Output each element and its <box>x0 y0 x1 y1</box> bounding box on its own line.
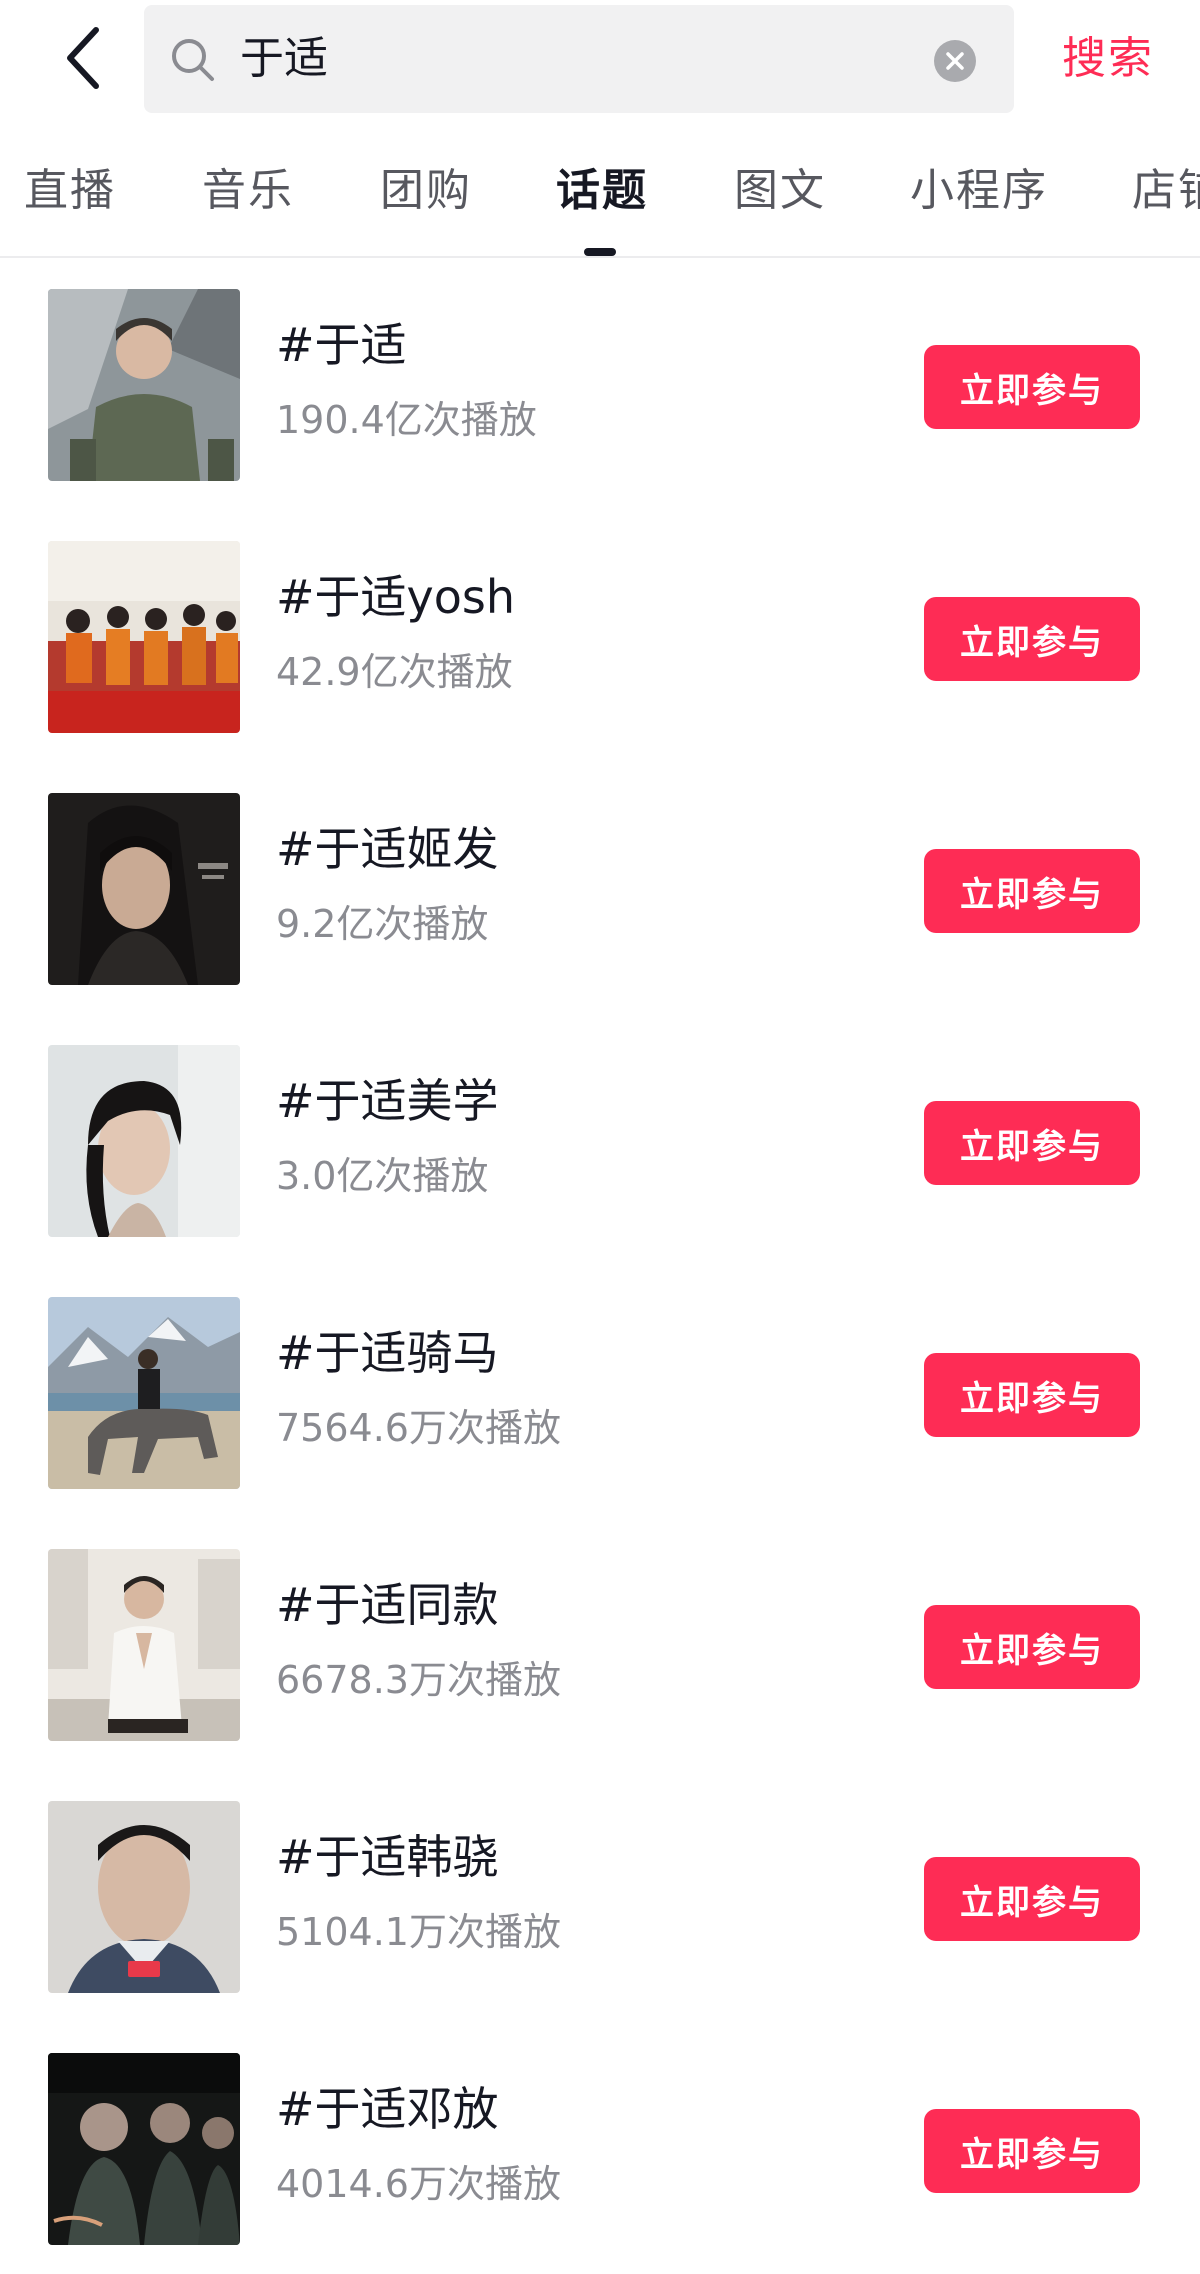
close-circle-icon <box>946 52 964 70</box>
topic-title: #于适骑马 <box>276 1326 499 1380</box>
topic-row[interactable]: #于适 190.4亿次播放 立即参与 <box>0 258 1200 510</box>
topic-title: #于适美学 <box>276 1074 499 1128</box>
topic-row[interactable]: #于适美学 3.0亿次播放 立即参与 <box>0 1014 1200 1266</box>
topic-title: #于适同款 <box>276 1578 499 1632</box>
tab-group-buy[interactable]: 团购 <box>380 158 472 224</box>
topic-thumbnail <box>48 1549 240 1741</box>
topic-play-count: 42.9亿次播放 <box>276 650 513 694</box>
topic-thumbnail <box>48 1045 240 1237</box>
topic-row[interactable]: #于适骑马 7564.6万次播放 立即参与 <box>0 1266 1200 1518</box>
search-input[interactable] <box>240 27 840 91</box>
category-tabs: 直播 音乐 团购 话题 图文 小程序 店铺 <box>0 150 1200 258</box>
join-topic-button[interactable]: 立即参与 <box>924 2109 1140 2193</box>
magnifier-icon <box>172 39 214 81</box>
chevron-left-icon <box>67 27 99 89</box>
join-topic-button[interactable]: 立即参与 <box>924 1353 1140 1437</box>
topic-play-count: 190.4亿次播放 <box>276 398 537 442</box>
join-topic-button[interactable]: 立即参与 <box>924 1101 1140 1185</box>
topic-row[interactable]: #于适韩骁 5104.1万次播放 立即参与 <box>0 1770 1200 2022</box>
search-submit-button[interactable]: 搜索 <box>1062 28 1154 90</box>
tab-image-text[interactable]: 图文 <box>734 158 826 224</box>
join-topic-button[interactable]: 立即参与 <box>924 597 1140 681</box>
topic-title: #于适 <box>276 318 407 372</box>
back-button[interactable] <box>52 22 112 94</box>
topic-thumbnail <box>48 2053 240 2245</box>
topic-thumbnail <box>48 1297 240 1489</box>
topic-row[interactable]: #于适邓放 4014.6万次播放 立即参与 <box>0 2022 1200 2274</box>
tab-live[interactable]: 直播 <box>24 158 116 224</box>
topic-thumbnail <box>48 289 240 481</box>
topic-play-count: 3.0亿次播放 <box>276 1154 489 1198</box>
active-tab-indicator <box>584 248 616 256</box>
join-topic-button[interactable]: 立即参与 <box>924 849 1140 933</box>
search-box[interactable] <box>144 5 1014 113</box>
topic-title: #于适韩骁 <box>276 1830 499 1884</box>
topic-row[interactable]: #于适姬发 9.2亿次播放 立即参与 <box>0 762 1200 1014</box>
topic-title: #于适姬发 <box>276 822 499 876</box>
topic-row[interactable]: #于适yosh 42.9亿次播放 立即参与 <box>0 510 1200 762</box>
topic-thumbnail <box>48 793 240 985</box>
clear-search-button[interactable] <box>934 40 976 82</box>
join-topic-button[interactable]: 立即参与 <box>924 345 1140 429</box>
topic-thumbnail <box>48 541 240 733</box>
topic-play-count: 7564.6万次播放 <box>276 1406 561 1450</box>
topic-title: #于适邓放 <box>276 2082 499 2136</box>
join-topic-button[interactable]: 立即参与 <box>924 1605 1140 1689</box>
tab-store[interactable]: 店铺 <box>1132 158 1200 224</box>
tab-topics[interactable]: 话题 <box>556 158 648 224</box>
topic-play-count: 9.2亿次播放 <box>276 902 489 946</box>
topic-play-count: 5104.1万次播放 <box>276 1910 561 1954</box>
search-header: 搜索 <box>0 0 1200 118</box>
topic-play-count: 6678.3万次播放 <box>276 1658 561 1702</box>
topic-play-count: 4014.6万次播放 <box>276 2162 561 2206</box>
tab-music[interactable]: 音乐 <box>202 158 294 224</box>
topic-thumbnail <box>48 1801 240 1993</box>
topic-row[interactable]: #于适同款 6678.3万次播放 立即参与 <box>0 1518 1200 1770</box>
join-topic-button[interactable]: 立即参与 <box>924 1857 1140 1941</box>
tab-mini-program[interactable]: 小程序 <box>910 158 1048 224</box>
topic-title: #于适yosh <box>276 570 516 624</box>
